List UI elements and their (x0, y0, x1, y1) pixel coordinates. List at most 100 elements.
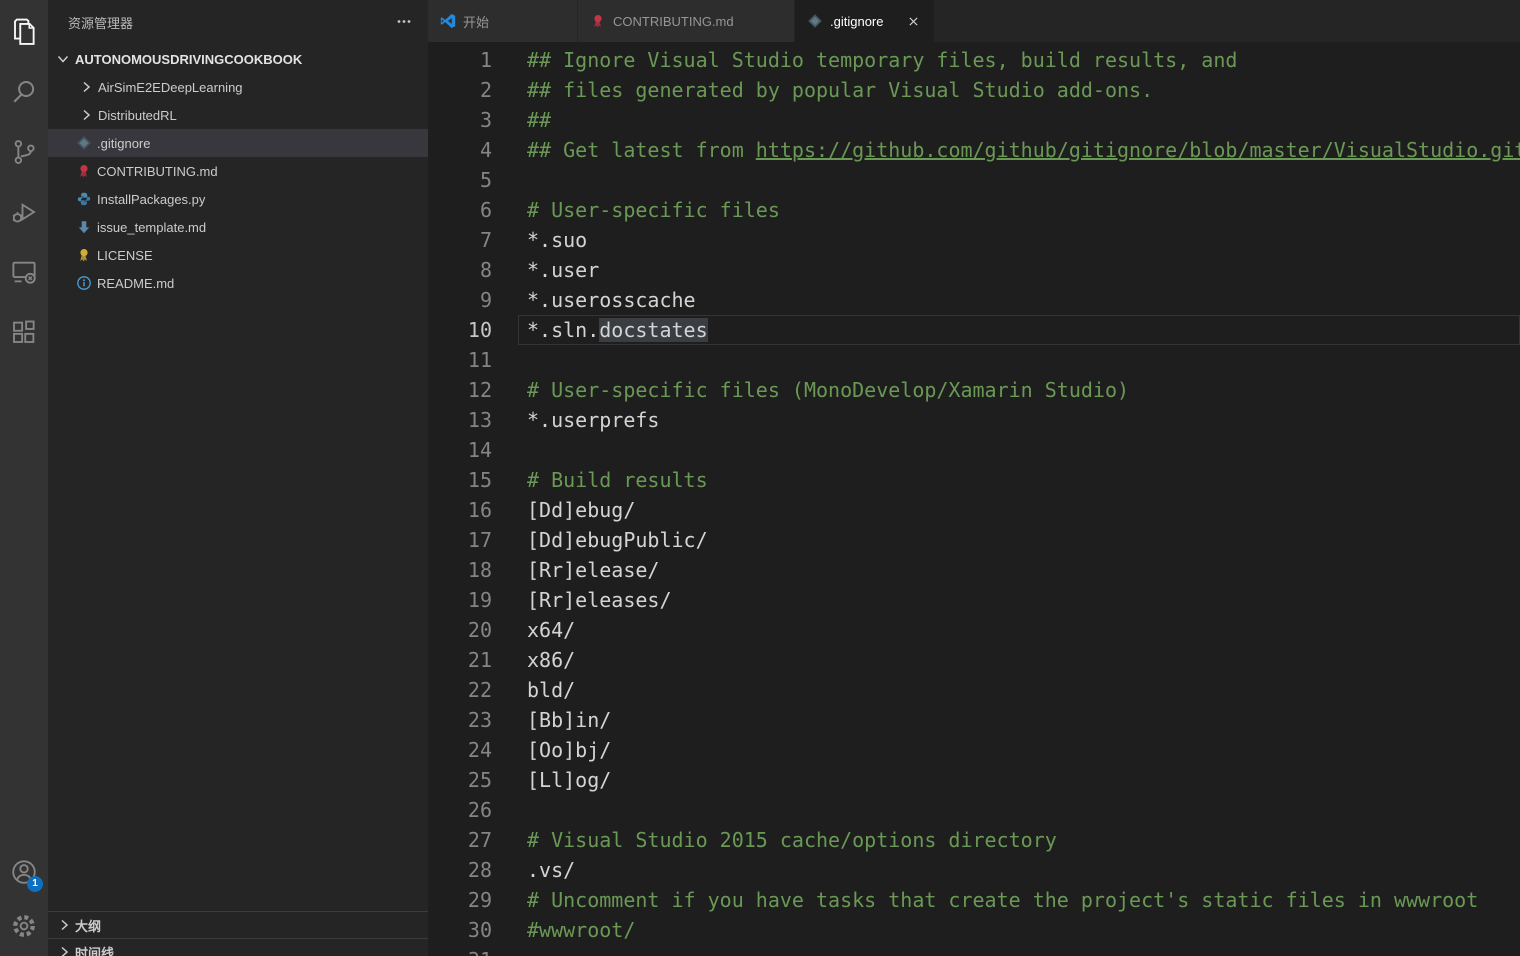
close-icon[interactable] (904, 12, 922, 30)
ribbon-gold-icon (76, 247, 92, 263)
tree-folder-DistributedRL[interactable]: DistributedRL (48, 101, 428, 129)
line-content: ## (527, 105, 551, 135)
gear-icon (9, 911, 39, 941)
code-line-18[interactable]: 18[Rr]elease/ (428, 555, 1520, 585)
code-line-3[interactable]: 3 ## (428, 105, 1520, 135)
line-content: x86/ (527, 645, 575, 675)
line-number: 25 (428, 765, 492, 795)
code-line-27[interactable]: 27# Visual Studio 2015 cache/options dir… (428, 825, 1520, 855)
activity-settings[interactable] (0, 902, 48, 950)
line-number: 24 (428, 735, 492, 765)
code-line-19[interactable]: 19[Rr]eleases/ (428, 585, 1520, 615)
vscode-logo-icon (440, 13, 456, 29)
info-icon (76, 275, 92, 291)
tree-file-README.md[interactable]: README.md (48, 269, 428, 297)
code-line-22[interactable]: 22bld/ (428, 675, 1520, 705)
root-folder-label: AUTONOMOUSDRIVINGCOOKBOOK (75, 52, 302, 67)
python-icon (76, 191, 92, 207)
chevron-down-icon (55, 51, 71, 67)
code-line-10[interactable]: 10*.sln.docstates (428, 315, 1520, 345)
chevron-right-icon (56, 944, 72, 956)
chevron-right-icon (56, 917, 72, 933)
activity-run-debug[interactable] (0, 188, 48, 236)
code-line-31[interactable]: 31 (428, 945, 1520, 956)
code-line-23[interactable]: 23[Bb]in/ (428, 705, 1520, 735)
line-content: # User-specific files (MonoDevelop/Xamar… (527, 375, 1129, 405)
code-editor[interactable]: 1 ## Ignore Visual Studio temporary files… (428, 42, 1520, 956)
tab-开始[interactable]: 开始 (428, 0, 578, 42)
tree-item-label: README.md (97, 276, 174, 291)
tree-file-InstallPackages.py[interactable]: InstallPackages.py (48, 185, 428, 213)
timeline-panel-header[interactable]: 时间线 (48, 938, 428, 956)
code-line-5[interactable]: 5 (428, 165, 1520, 195)
line-content: [Oo]bj/ (527, 735, 611, 765)
line-number: 15 (428, 465, 492, 495)
tree-file-.gitignore[interactable]: .gitignore (48, 129, 428, 157)
code-line-28[interactable]: 28.vs/ (428, 855, 1520, 885)
tree-item-label: AirSimE2EDeepLearning (98, 80, 243, 95)
code-line-20[interactable]: 20x64/ (428, 615, 1520, 645)
activity-explorer[interactable] (0, 8, 48, 56)
tree-file-issue_template.md[interactable]: issue_template.md (48, 213, 428, 241)
code-line-25[interactable]: 25[Ll]og/ (428, 765, 1520, 795)
activity-extensions[interactable] (0, 308, 48, 356)
tab-.gitignore[interactable]: .gitignore (795, 0, 935, 42)
code-line-11[interactable]: 11 (428, 345, 1520, 375)
tree-file-CONTRIBUTING.md[interactable]: CONTRIBUTING.md (48, 157, 428, 185)
line-number: 14 (428, 435, 492, 465)
line-content: ## Ignore Visual Studio temporary files,… (527, 45, 1237, 75)
tree-file-LICENSE[interactable]: LICENSE (48, 241, 428, 269)
line-content: #wwwroot/ (527, 915, 635, 945)
tree-item-label: issue_template.md (97, 220, 206, 235)
debug-icon (9, 197, 39, 227)
code-line-12[interactable]: 12 # User-specific files (MonoDevelop/Xam… (428, 375, 1520, 405)
activity-source-control[interactable] (0, 128, 48, 176)
line-number: 4 (428, 135, 492, 165)
code-line-1[interactable]: 1 ## Ignore Visual Studio temporary files… (428, 45, 1520, 75)
code-line-21[interactable]: 21x86/ (428, 645, 1520, 675)
code-line-26[interactable]: 26 (428, 795, 1520, 825)
sidebar-title-bar: 资源管理器 (48, 0, 428, 45)
activity-account[interactable]: 1 (0, 848, 48, 896)
code-line-2[interactable]: 2## files generated by popular Visual St… (428, 75, 1520, 105)
line-content: ## Get latest from https://github.com/gi… (527, 135, 1520, 165)
line-number: 22 (428, 675, 492, 705)
line-number: 30 (428, 915, 492, 945)
code-line-13[interactable]: 13*.userprefs (428, 405, 1520, 435)
extensions-icon (9, 317, 39, 347)
line-number: 3 (428, 105, 492, 135)
gitignore-source-link[interactable]: https://github.com/github/gitignore/blob… (756, 138, 1520, 162)
ellipsis-icon (396, 13, 412, 32)
code-line-9[interactable]: 9*.userosscache (428, 285, 1520, 315)
code-line-7[interactable]: 7*.suo (428, 225, 1520, 255)
code-line-8[interactable]: 8*.user (428, 255, 1520, 285)
sidebar-title: 资源管理器 (68, 13, 133, 32)
code-line-16[interactable]: 16[Dd]ebug/ (428, 495, 1520, 525)
code-line-24[interactable]: 24 [Oo]bj/ (428, 735, 1520, 765)
code-line-15[interactable]: 15# Build results (428, 465, 1520, 495)
line-content: *.userosscache (527, 285, 696, 315)
tab-CONTRIBUTING.md[interactable]: CONTRIBUTING.md (578, 0, 795, 42)
code-line-6[interactable]: 6# User-specific files (428, 195, 1520, 225)
line-number: 1 (428, 45, 492, 75)
tab-bar: 开始CONTRIBUTING.md.gitignore (428, 0, 1520, 42)
selected-text: docstates (599, 318, 707, 342)
line-content: *.user (527, 255, 599, 285)
code-line-4[interactable]: 4 ## Get latest from https://github.com/g… (428, 135, 1520, 165)
source-control-icon (9, 137, 39, 167)
tree-folder-AirSimE2EDeepLearning[interactable]: AirSimE2EDeepLearning (48, 73, 428, 101)
explorer-sidebar: 资源管理器 AUTONOMOUSDRIVINGCOOKBOOK AirSimE2… (48, 0, 428, 956)
code-line-14[interactable]: 14 (428, 435, 1520, 465)
outline-panel-header[interactable]: 大纲 (48, 911, 428, 938)
more-actions-button[interactable] (394, 13, 414, 33)
sidebar-panels: 大纲 时间线 (48, 911, 428, 956)
code-line-30[interactable]: 30 #wwwroot/ (428, 915, 1520, 945)
line-number: 26 (428, 795, 492, 825)
activity-remote-explorer[interactable] (0, 248, 48, 296)
code-line-17[interactable]: 17[Dd]ebugPublic/ (428, 525, 1520, 555)
code-line-29[interactable]: 29# Uncomment if you have tasks that cre… (428, 885, 1520, 915)
activity-search[interactable] (0, 68, 48, 116)
tree-root-folder[interactable]: AUTONOMOUSDRIVINGCOOKBOOK (48, 45, 428, 73)
line-number: 2 (428, 75, 492, 105)
line-number: 12 (428, 375, 492, 405)
